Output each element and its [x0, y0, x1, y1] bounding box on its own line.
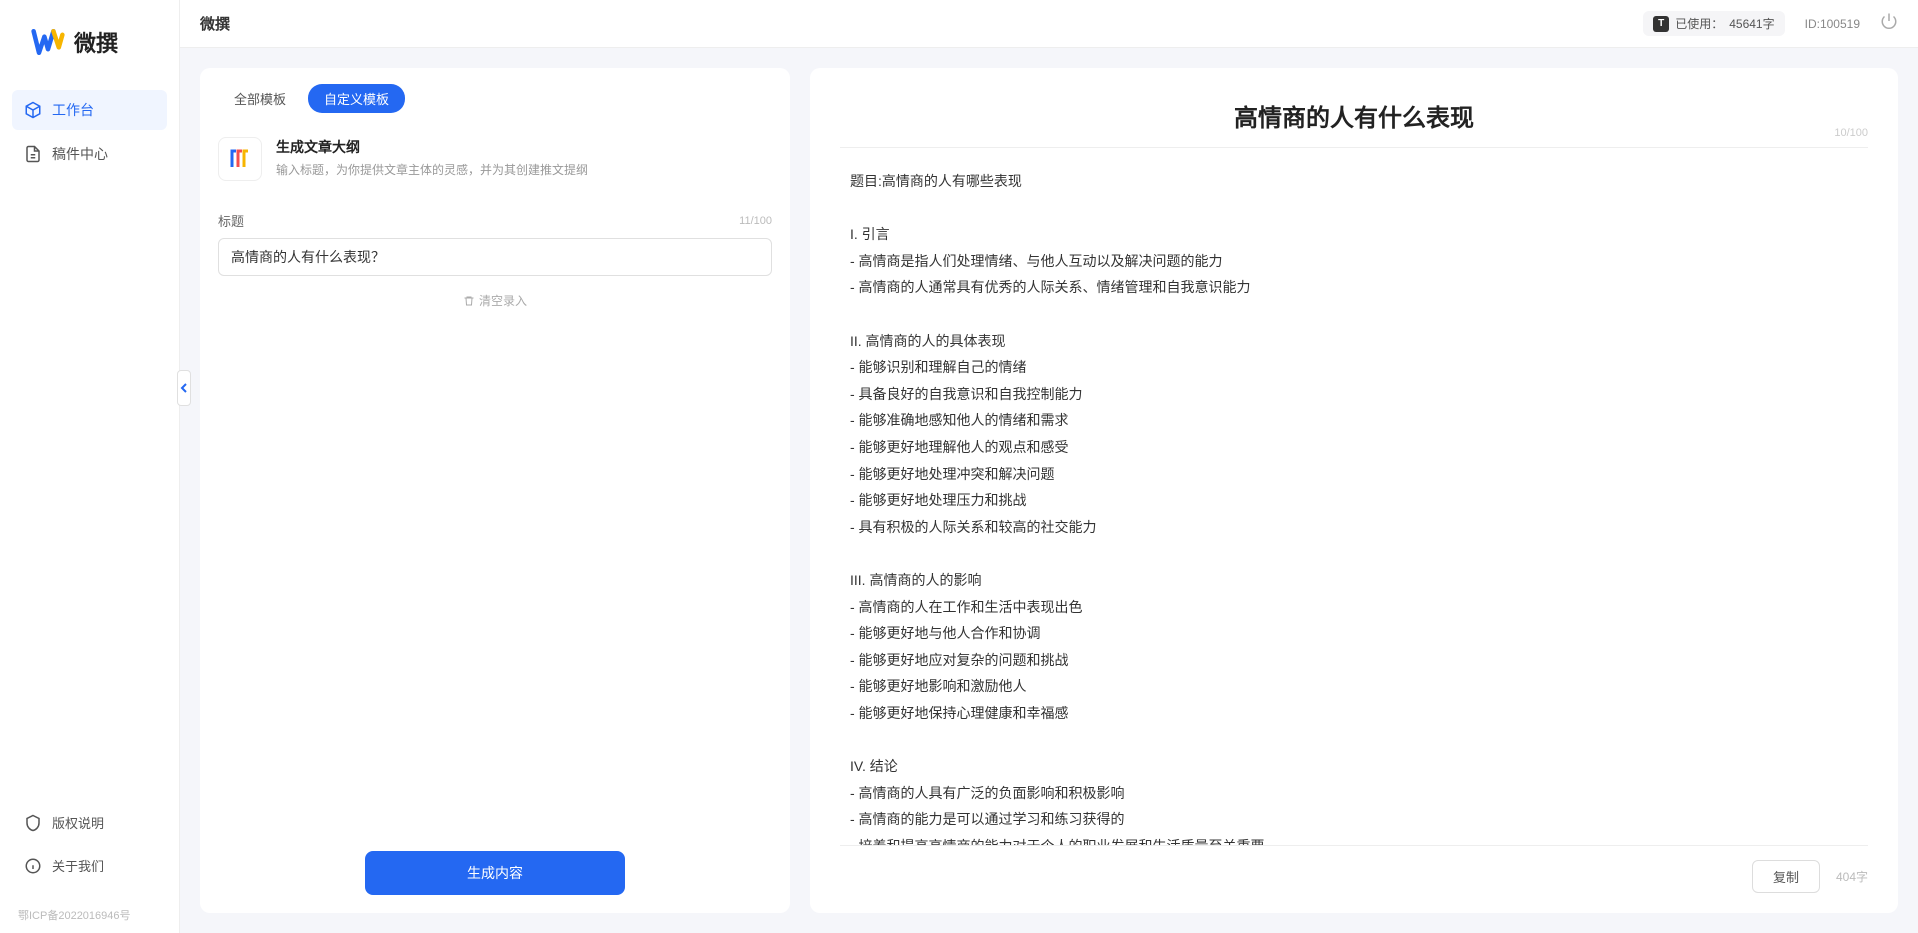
page-title: 微撰	[200, 13, 230, 34]
nav-item-workbench[interactable]: 工作台	[12, 90, 167, 130]
template-card: 生成文章大纲 输入标题，为你提供文章主体的灵感，并为其创建推文提纲	[200, 123, 790, 195]
trash-icon	[463, 295, 475, 307]
output-body: 题目:高情商的人有哪些表现 I. 引言 - 高情商是指人们处理情绪、与他人互动以…	[810, 148, 1898, 845]
copy-button[interactable]: 复制	[1752, 860, 1820, 893]
clear-button[interactable]: 清空录入	[463, 292, 527, 309]
collapse-handle[interactable]	[177, 370, 191, 406]
info-icon	[24, 857, 42, 875]
chevron-left-icon	[179, 382, 189, 394]
tab-all-templates[interactable]: 全部模板	[218, 84, 302, 113]
document-icon	[24, 145, 42, 163]
input-panel: 全部模板 自定义模板 生成文章大纲 输入标题，为你提供文章主体的灵感，并为其创建…	[200, 68, 790, 913]
nav-label: 关于我们	[52, 856, 104, 875]
usage-prefix: 已使用：	[1675, 15, 1723, 32]
content: 全部模板 自定义模板 生成文章大纲 输入标题，为你提供文章主体的灵感，并为其创建…	[180, 48, 1918, 933]
output-panel: 高情商的人有什么表现 10/100 题目:高情商的人有哪些表现 I. 引言 - …	[810, 68, 1898, 913]
template-icon	[218, 137, 262, 181]
shield-icon	[24, 814, 42, 832]
sidebar: 微撰 工作台 稿件中心 版权说明 关于我们 鄂ICP备2022016946号	[0, 0, 180, 933]
tab-custom-templates[interactable]: 自定义模板	[308, 84, 405, 113]
word-count: 404字	[1836, 868, 1868, 885]
nav-item-copyright[interactable]: 版权说明	[12, 803, 167, 842]
usage-badge: T 已使用： 45641字	[1643, 11, 1784, 36]
nav-label: 工作台	[52, 100, 94, 120]
text-icon: T	[1653, 16, 1669, 32]
generate-button[interactable]: 生成内容	[365, 851, 625, 895]
sidebar-footer: 版权说明 关于我们	[0, 791, 179, 901]
logo-icon	[30, 24, 66, 60]
template-title: 生成文章大纲	[276, 137, 588, 157]
template-info: 生成文章大纲 输入标题，为你提供文章主体的灵感，并为其创建推文提纲	[276, 137, 588, 178]
nav-label: 稿件中心	[52, 144, 108, 164]
form-section: 标题 11/100 清空录入	[200, 195, 790, 344]
logo: 微撰	[0, 0, 179, 90]
template-desc: 输入标题，为你提供文章主体的灵感，并为其创建推文提纲	[276, 161, 588, 178]
topbar-right: T 已使用： 45641字 ID:100519	[1643, 11, 1898, 36]
user-id: ID:100519	[1805, 17, 1860, 31]
cube-icon	[24, 101, 42, 119]
nav-label: 版权说明	[52, 813, 104, 832]
icp-text: 鄂ICP备2022016946号	[0, 901, 179, 933]
main: 微撰 T 已使用： 45641字 ID:100519 全部模板 自定义模板	[180, 0, 1918, 933]
nav-item-about[interactable]: 关于我们	[12, 846, 167, 885]
tabs: 全部模板 自定义模板	[200, 68, 790, 123]
nav-item-drafts[interactable]: 稿件中心	[12, 134, 167, 174]
power-icon[interactable]	[1880, 12, 1898, 35]
usage-value: 45641字	[1729, 15, 1774, 32]
clear-label: 清空录入	[479, 292, 527, 309]
output-title: 高情商的人有什么表现	[830, 98, 1878, 133]
nav: 工作台 稿件中心	[0, 90, 179, 791]
logo-text: 微撰	[74, 26, 118, 58]
output-header: 高情商的人有什么表现 10/100	[810, 68, 1898, 147]
title-input[interactable]	[218, 238, 772, 276]
topbar: 微撰 T 已使用： 45641字 ID:100519	[180, 0, 1918, 48]
output-footer: 复制 404字	[810, 846, 1898, 913]
output-title-count: 10/100	[1834, 127, 1868, 139]
char-count: 11/100	[739, 215, 772, 227]
title-label: 标题	[218, 211, 244, 230]
